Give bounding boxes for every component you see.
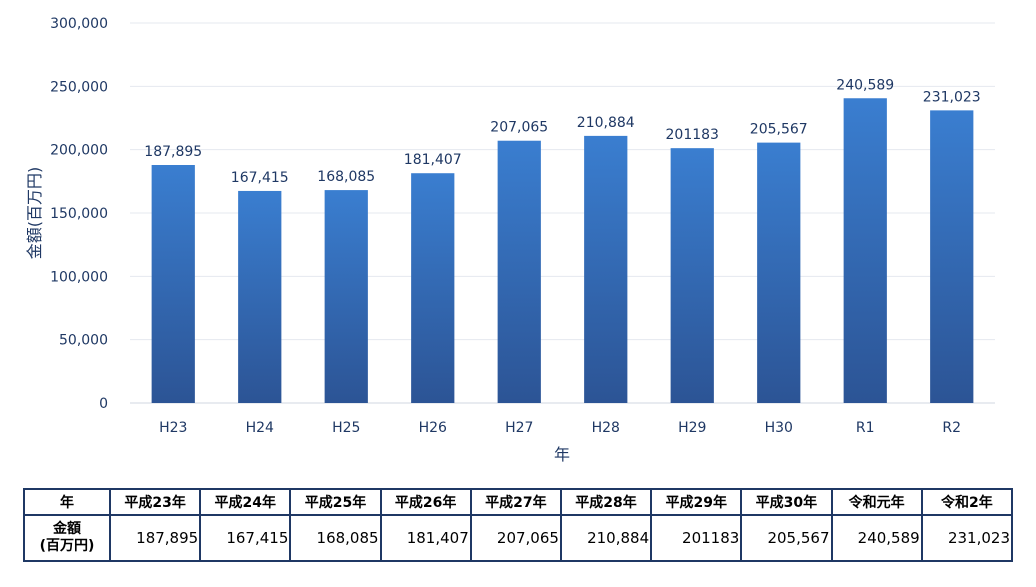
data-label: 240,589 [836, 77, 894, 93]
table-cell-value: 240,589 [830, 514, 923, 562]
bar [324, 190, 368, 403]
table-cell-value: 201183 [650, 514, 743, 562]
table-header-label: 年 [23, 488, 111, 516]
table-header-year: 平成30年 [740, 488, 833, 516]
table-cell-value: 231,023 [920, 514, 1014, 562]
data-label: 168,085 [317, 169, 375, 185]
x-tick-label: H26 [419, 420, 447, 436]
bar [411, 173, 455, 403]
table-header-year: 平成26年 [379, 488, 472, 516]
x-tick-label: H30 [765, 420, 793, 436]
bar [584, 135, 628, 404]
y-tick-labels: 0 50,000 100,000 150,000 200,000 250,000 300,0… [50, 16, 108, 412]
table-cell-value: 187,895 [108, 514, 202, 562]
data-table: 年 平成23年 平成24年 平成25年 平成26年 平成27年 平成28年 平成… [23, 488, 1014, 562]
table-cell-value: 167,415 [199, 514, 292, 562]
x-tick-label: H25 [332, 420, 360, 436]
table-row-label: 金額 (百万円) [23, 514, 111, 562]
bar [238, 190, 282, 403]
table-row-label-line1: 金額 [53, 521, 81, 537]
data-label: 167,415 [231, 170, 289, 186]
y-tick-label: 200,000 [50, 143, 108, 159]
table-value-row: 金額 (百万円) 187,895 167,415 168,085 181,407… [23, 514, 1014, 562]
x-tick-labels: H23 H24 H25 H26 H27 H28 H29 H30 R1 R2 [159, 420, 961, 436]
bar-chart: 0 50,000 100,000 150,000 200,000 250,000 300,0… [25, 16, 995, 464]
data-label: 210,884 [577, 115, 635, 131]
table-row-label-line2: (百万円) [39, 538, 95, 554]
x-tick-label: R2 [942, 420, 961, 436]
data-label: 187,895 [144, 144, 202, 160]
data-label: 231,023 [923, 89, 981, 105]
table-cell-value: 205,567 [740, 514, 833, 562]
data-label: 201183 [666, 127, 719, 143]
table-cell-value: 207,065 [469, 514, 562, 562]
data-label: 181,407 [404, 152, 462, 168]
x-tick-label: R1 [856, 420, 875, 436]
table-header-year: 平成25年 [289, 488, 382, 516]
table-cell-value: 210,884 [559, 514, 653, 562]
bar [151, 164, 195, 403]
y-tick-label: 150,000 [50, 206, 108, 222]
y-tick-label: 300,000 [50, 16, 108, 32]
data-label: 205,567 [750, 122, 808, 138]
y-tick-label: 0 [99, 396, 108, 412]
x-axis-label: 年 [554, 445, 570, 464]
bar [930, 110, 974, 404]
bar [497, 140, 541, 404]
y-tick-label: 250,000 [50, 79, 108, 95]
table-header-year: 平成24年 [199, 488, 292, 516]
x-tick-label: H27 [505, 420, 533, 436]
table-cell-value: 168,085 [289, 514, 382, 562]
x-tick-label: H24 [246, 420, 274, 436]
bars [151, 98, 974, 404]
x-tick-label: H29 [678, 420, 706, 436]
table-header-year: 平成27年 [469, 488, 562, 516]
table-header-year: 平成23年 [108, 488, 202, 516]
bar [670, 148, 714, 403]
y-tick-label: 50,000 [59, 333, 108, 349]
y-tick-label: 100,000 [50, 269, 108, 285]
data-label: 207,065 [490, 120, 548, 136]
bar [843, 98, 887, 403]
bar [757, 142, 801, 404]
table-header-year: 平成29年 [650, 488, 743, 516]
y-axis-label: 金額(百万円) [25, 167, 44, 260]
x-tick-label: H23 [159, 420, 187, 436]
table-header-year: 令和2年 [920, 488, 1014, 516]
table-header-row: 年 平成23年 平成24年 平成25年 平成26年 平成27年 平成28年 平成… [23, 488, 1014, 516]
x-tick-label: H28 [592, 420, 620, 436]
table-cell-value: 181,407 [379, 514, 472, 562]
table-header-year: 平成28年 [559, 488, 653, 516]
table-header-year: 令和元年 [830, 488, 923, 516]
